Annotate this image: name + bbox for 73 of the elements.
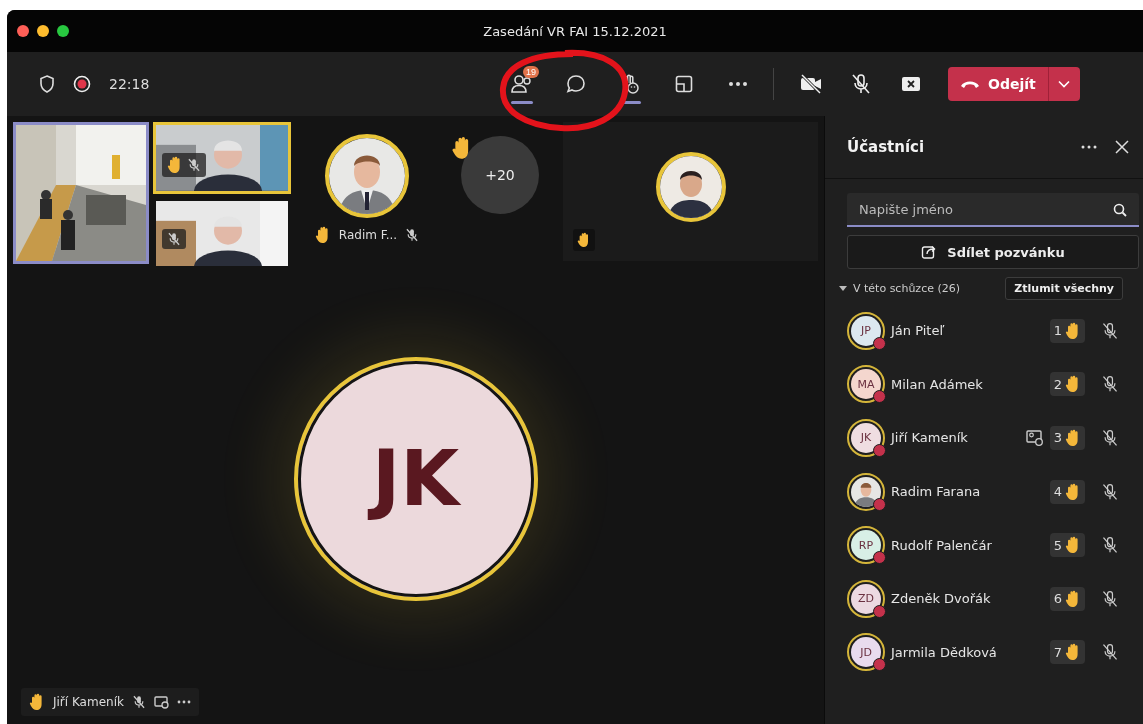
status-dot xyxy=(873,658,886,672)
participant-avatar: JP xyxy=(851,315,881,346)
more-participants-button[interactable]: +20 xyxy=(461,136,539,214)
participant-row[interactable]: MA Milan Adámek 2 xyxy=(847,357,1139,412)
people-icon xyxy=(510,73,534,95)
status-dot xyxy=(873,336,886,350)
leave-button[interactable]: Odejít xyxy=(948,67,1048,101)
participant-avatar: RP xyxy=(851,530,881,561)
participant-row[interactable]: Radim Farana 4 xyxy=(847,464,1139,519)
status-dot xyxy=(873,497,886,511)
participant-avatar: JD xyxy=(851,637,881,668)
raised-hand-icon xyxy=(1065,536,1081,555)
caret-icon xyxy=(839,285,847,292)
search-icon xyxy=(1113,203,1127,217)
hand-raise-order: 5 xyxy=(1053,537,1062,553)
participant-name: Rudolf Palenčár xyxy=(891,537,993,553)
hand-raise-order: 6 xyxy=(1053,591,1062,607)
hand-raise-order: 4 xyxy=(1053,484,1062,500)
square-split-icon xyxy=(674,74,694,94)
raised-hand-icon xyxy=(1065,321,1081,340)
shield-icon xyxy=(39,75,55,93)
share-icon xyxy=(921,244,938,260)
participant-row[interactable]: RP Rudolf Palenčár 5 xyxy=(847,518,1139,572)
caret-icon xyxy=(1058,80,1071,88)
section-toggle[interactable]: V této schůzce (26) xyxy=(833,281,967,296)
muted-microphone-icon xyxy=(850,73,872,95)
panel-title: Účastníci xyxy=(847,138,926,156)
participant-row[interactable]: JP Ján Piteľ 1 xyxy=(847,304,1139,358)
window-title: Zasedání VR FAI 15.12.2021 xyxy=(483,23,667,39)
close-icon[interactable] xyxy=(1115,140,1129,154)
search-field[interactable]: Napište jméno xyxy=(847,193,1139,227)
participant-avatar: JK xyxy=(293,356,538,601)
raised-hand-icon xyxy=(1065,429,1081,447)
participant-name: Jarmila Dědková xyxy=(891,644,998,660)
raised-hand-icon xyxy=(1065,482,1081,501)
participant-avatar: JK xyxy=(851,423,881,453)
minimize-window-button[interactable] xyxy=(37,25,49,37)
hand-raise-order: 3 xyxy=(1053,430,1062,446)
participant-name: Zdeněk Dvořák xyxy=(891,591,992,607)
participant-row[interactable]: JD Jarmila Dědková 7 xyxy=(847,625,1139,680)
more-icon xyxy=(727,81,749,87)
participant-row[interactable]: JK Jiří Kameník 3 xyxy=(847,411,1139,465)
hand-raise-order: 1 xyxy=(1053,323,1062,339)
participant-name: Radim F... xyxy=(338,228,398,242)
close-window-button[interactable] xyxy=(17,25,29,37)
participant-name: Milan Adámek xyxy=(891,376,984,392)
share-invite-button[interactable]: Sdílet pozvánku xyxy=(847,235,1139,269)
participant-name: Jiří Kameník xyxy=(53,695,124,709)
raised-hand-icon xyxy=(1065,589,1081,608)
phone-icon xyxy=(960,79,980,89)
raised-hand-icon xyxy=(1065,643,1081,662)
participant-row[interactable]: ZD Zdeněk Dvořák 6 xyxy=(847,571,1139,626)
raised-hand-icon xyxy=(1065,375,1081,394)
meeting-timer: 22:18 xyxy=(109,76,150,92)
chat-icon xyxy=(565,73,587,95)
hand-raise-order: 2 xyxy=(1053,376,1062,392)
status-dot xyxy=(873,551,886,565)
status-dot xyxy=(873,604,886,618)
hand-raise-order: 7 xyxy=(1053,644,1062,660)
mute-all-button[interactable]: Ztlumit všechny xyxy=(1005,277,1123,300)
participant-avatar: MA xyxy=(851,369,881,400)
participant-avatar: ZD xyxy=(851,583,881,614)
participant-name: Jiří Kameník xyxy=(891,430,969,446)
status-dot xyxy=(873,444,886,457)
status-dot xyxy=(873,390,886,404)
close-box-icon xyxy=(901,75,921,93)
participant-name: Radim Farana xyxy=(891,484,982,500)
count-badge: 19 xyxy=(523,66,539,78)
more-options-icon[interactable] xyxy=(1081,145,1097,149)
more-icon[interactable] xyxy=(176,700,191,704)
zoom-window-button[interactable] xyxy=(57,25,69,37)
participant-name: Ján Piteľ xyxy=(891,323,946,339)
camera-off-icon xyxy=(799,74,823,94)
